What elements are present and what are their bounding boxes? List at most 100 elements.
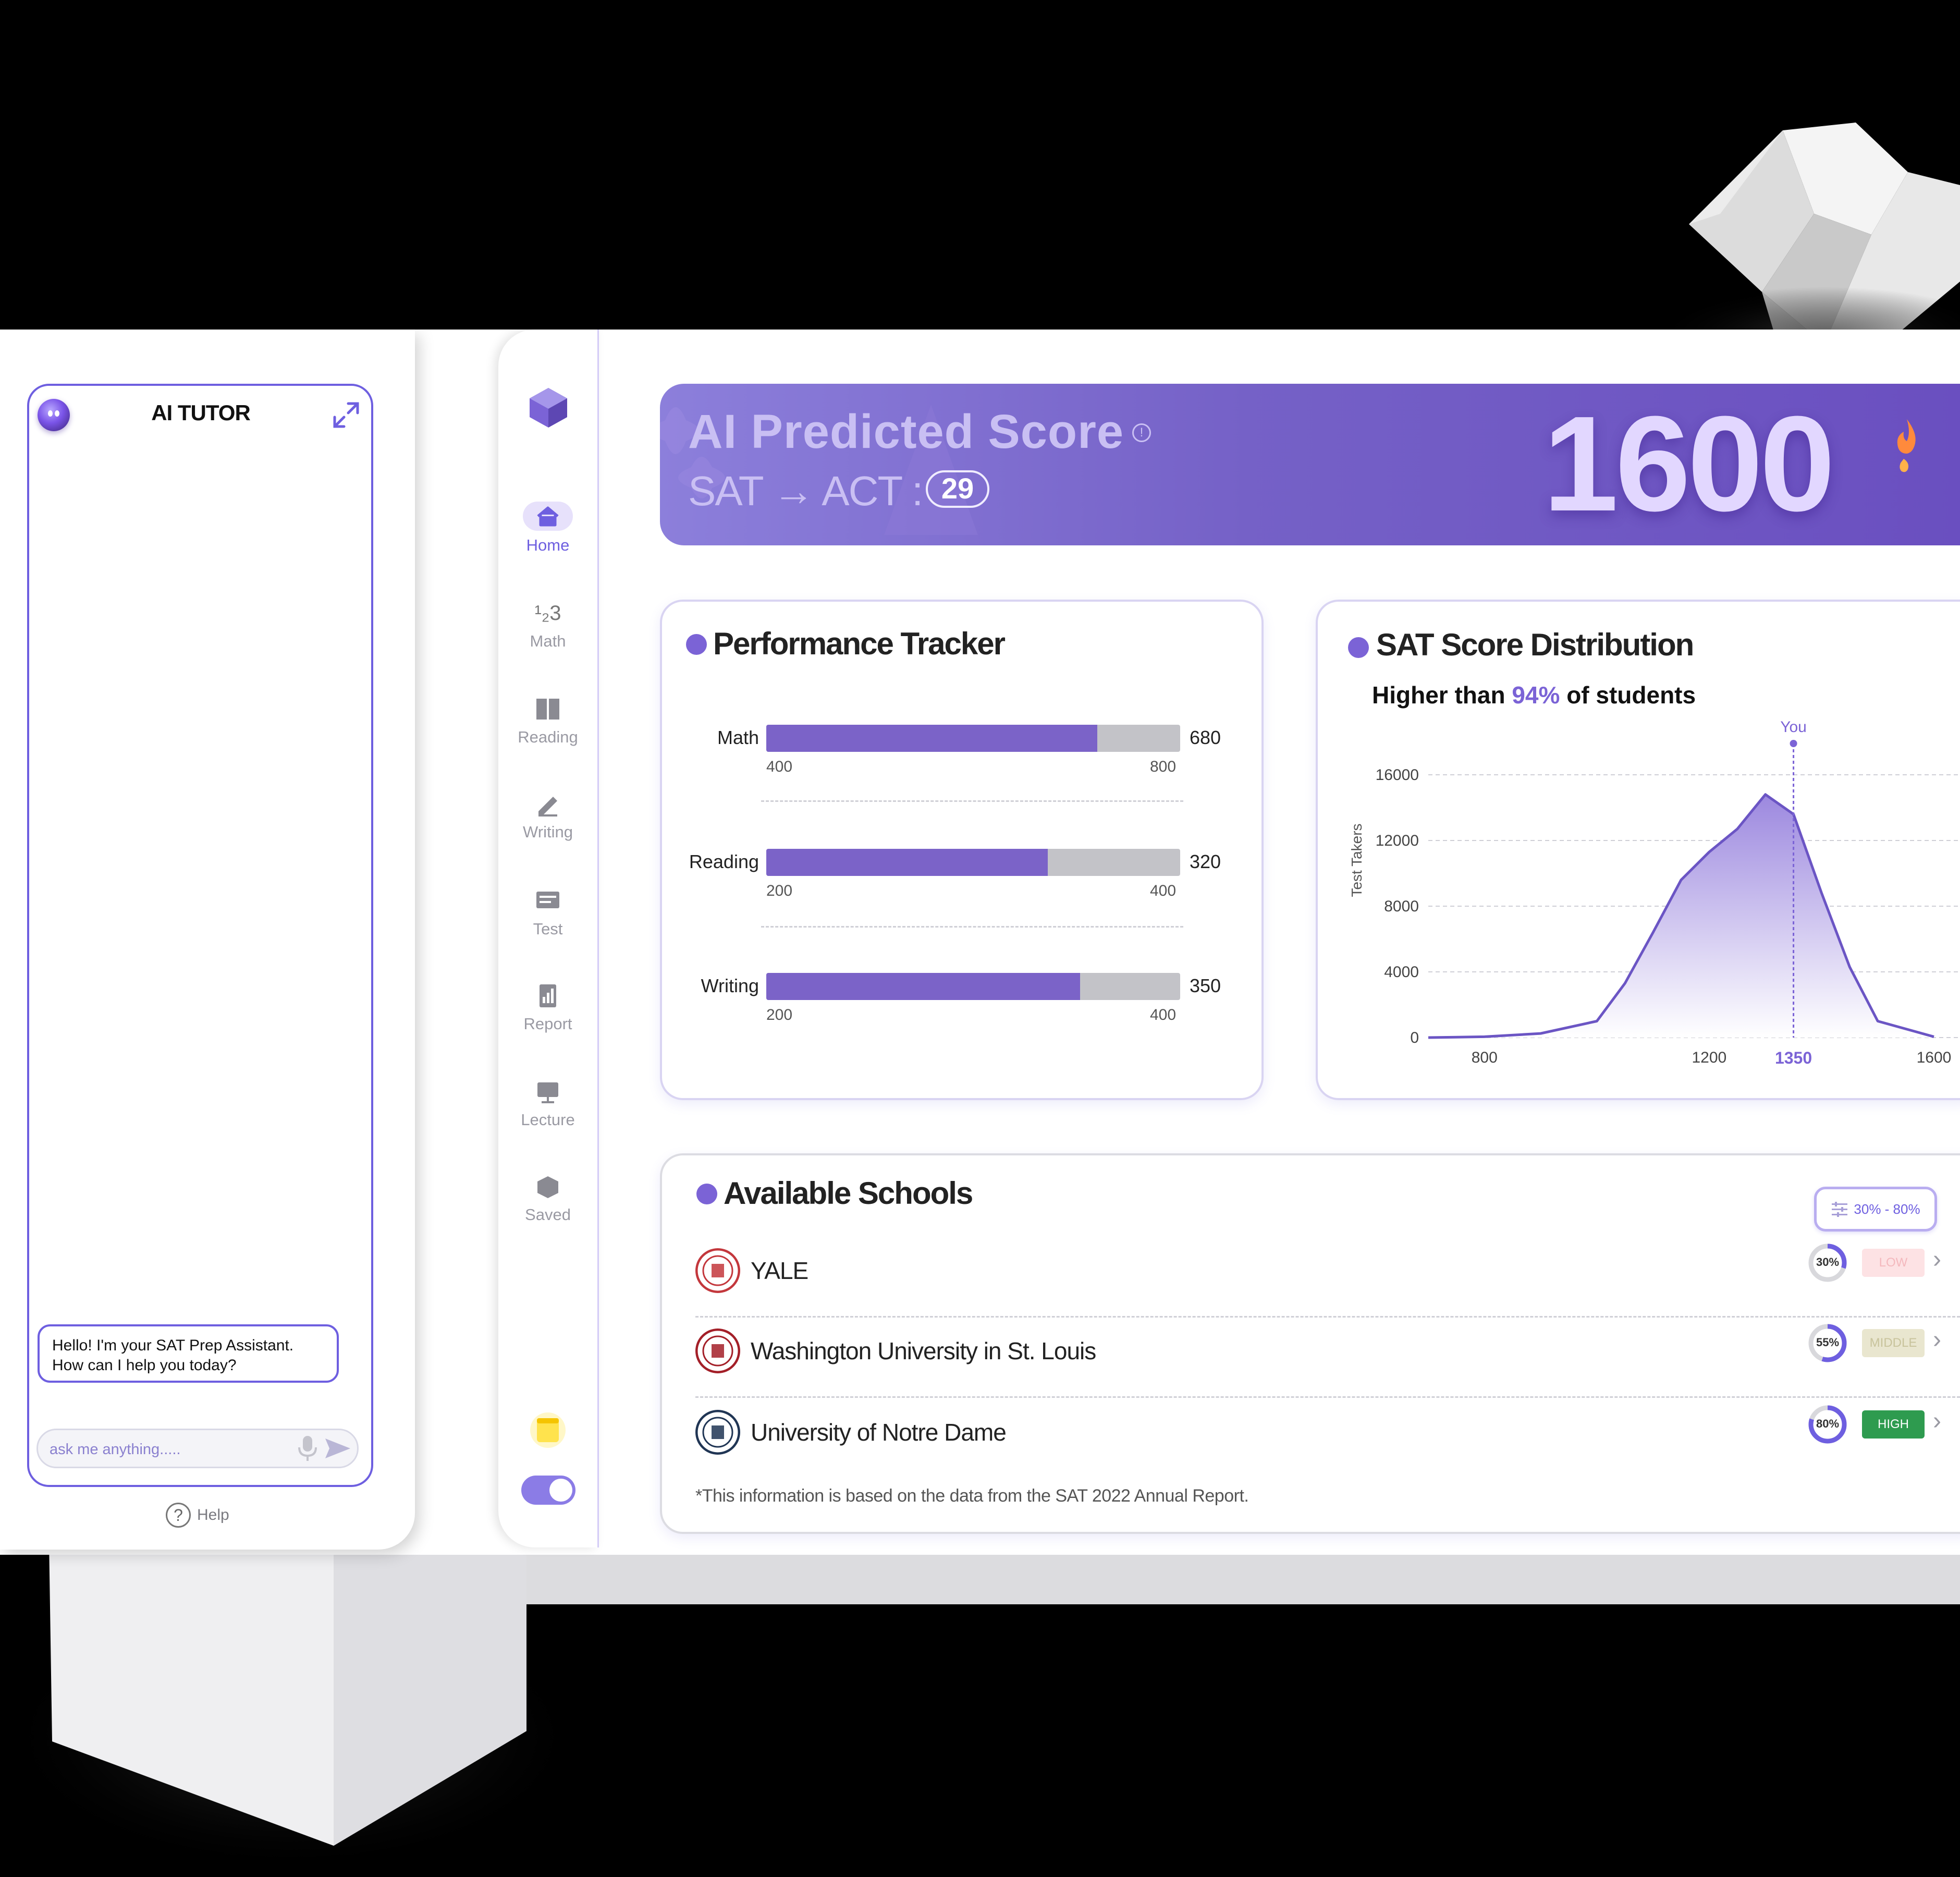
score-progress-bar xyxy=(766,973,1180,1000)
predicted-score-title: AI Predicted Score xyxy=(688,405,1124,458)
saved-icon xyxy=(537,1176,558,1198)
filter-range-label: 30% - 80% xyxy=(1854,1201,1920,1217)
chevron-right-icon[interactable]: › xyxy=(1933,1407,1941,1435)
sat-act-conversion-label: SAT → ACT : xyxy=(688,468,923,514)
admission-chance-percent: 30% xyxy=(1816,1256,1840,1269)
ai-tutor-chat-frame xyxy=(27,384,373,1487)
help-button[interactable]: ? Help xyxy=(166,1501,229,1530)
percentile-prefix: Higher than xyxy=(1372,681,1512,709)
score-distribution-title: SAT Score Distribution xyxy=(1376,627,1694,662)
subject-score: 320 xyxy=(1190,851,1221,872)
pencil-icon xyxy=(538,797,557,816)
school-row[interactable]: Washington University in St. Louis xyxy=(695,1318,1960,1381)
lecture-icon xyxy=(537,1082,558,1103)
school-row[interactable]: YALE xyxy=(695,1238,1960,1300)
chevron-right-icon[interactable]: › xyxy=(1933,1325,1941,1354)
school-seal-icon xyxy=(695,1328,740,1373)
help-icon: ? xyxy=(166,1503,191,1528)
nav-label-writing: Writing xyxy=(523,823,573,841)
sticky-note-icon[interactable] xyxy=(529,1411,567,1449)
theme-toggle[interactable] xyxy=(521,1476,575,1505)
subject-label: Writing xyxy=(701,975,759,996)
admission-chance-percent: 80% xyxy=(1816,1417,1840,1430)
report-icon xyxy=(540,984,556,1007)
subject-score: 350 xyxy=(1190,975,1221,996)
score-min-label: 200 xyxy=(766,1006,793,1023)
nav-label-report: Report xyxy=(523,1015,572,1033)
row-separator xyxy=(761,800,1183,802)
y-tick-label: 16000 xyxy=(1376,766,1419,784)
score-progress-fill xyxy=(766,849,1048,876)
send-icon[interactable] xyxy=(324,1436,351,1460)
nav-item-test[interactable]: Test xyxy=(504,887,592,938)
score-min-label: 200 xyxy=(766,882,793,899)
nav-item-reading[interactable]: Reading xyxy=(504,696,592,747)
school-name: University of Notre Dame xyxy=(751,1419,1007,1446)
sun-icon xyxy=(549,1479,572,1502)
school-seal-icon xyxy=(695,1410,740,1455)
score-max-label: 400 xyxy=(1150,1006,1177,1023)
score-distribution-chart: 0 4000 8000 12000 16000 Test Takers 800 1200 160… xyxy=(1349,718,1960,1067)
school-name: YALE xyxy=(751,1257,808,1284)
pedestal-shadow xyxy=(0,1601,584,1872)
score-max-label: 800 xyxy=(1150,758,1177,775)
x-tick-label: 800 xyxy=(1472,1049,1498,1066)
data-source-footnote: *This information is based on the data f… xyxy=(695,1486,1249,1506)
nav-item-math[interactable]: ¹₂3 Math xyxy=(504,600,592,651)
you-score-tick: 1350 xyxy=(1775,1049,1812,1067)
predicted-score-value: 1600 xyxy=(1543,388,1835,540)
distribution-area xyxy=(1428,794,1934,1038)
book-icon xyxy=(536,699,559,720)
score-progress-bar xyxy=(766,849,1180,876)
nav-item-report[interactable]: Report xyxy=(504,982,592,1033)
nav-item-saved[interactable]: Saved xyxy=(504,1173,592,1224)
surface-shadow xyxy=(526,1555,1960,1604)
score-range-filter-button[interactable]: 30% - 80% xyxy=(1814,1187,1937,1232)
microphone-icon[interactable] xyxy=(296,1435,319,1462)
y-tick-label: 8000 xyxy=(1384,898,1419,915)
polyhedron-decoration xyxy=(1689,123,1960,344)
school-separator xyxy=(695,1316,1960,1318)
admission-chance-badge: HIGH xyxy=(1862,1410,1925,1439)
score-max-label: 400 xyxy=(1150,882,1177,899)
you-marker-label: You xyxy=(1780,718,1807,736)
school-row[interactable]: University of Notre Dame xyxy=(695,1399,1960,1462)
school-separator xyxy=(695,1396,1960,1398)
nav-label-reading: Reading xyxy=(518,728,578,746)
nav-item-writing[interactable]: Writing xyxy=(504,790,592,842)
nav-item-lecture[interactable]: Lecture xyxy=(504,1078,592,1129)
percentile-summary: Higher than 94% of students xyxy=(1372,681,1696,709)
fire-icon xyxy=(1897,419,1916,472)
expand-icon[interactable] xyxy=(332,400,361,430)
performance-tracker-title: Performance Tracker xyxy=(713,626,1006,661)
score-progress-fill xyxy=(766,725,1098,752)
score-progress-bar xyxy=(766,725,1180,752)
chevron-right-icon[interactable]: › xyxy=(1933,1245,1941,1274)
test-icon xyxy=(536,892,559,908)
app-logo-icon[interactable] xyxy=(526,386,570,430)
x-tick-label: 1600 xyxy=(1917,1049,1952,1066)
nav-label-math: Math xyxy=(530,632,566,650)
subject-score: 680 xyxy=(1190,727,1221,748)
score-progress-fill xyxy=(766,973,1080,1000)
chat-input[interactable] xyxy=(48,1436,301,1462)
nav-label-test: Test xyxy=(533,920,563,938)
math-icon: ¹₂3 xyxy=(534,602,561,625)
section-dot xyxy=(1348,637,1369,658)
percentile-value: 94% xyxy=(1512,681,1560,709)
you-marker-dot xyxy=(1790,740,1797,747)
percentile-suffix: of students xyxy=(1560,681,1696,709)
nav-item-home[interactable]: Home xyxy=(504,502,592,555)
admission-chance-badge: LOW xyxy=(1862,1249,1925,1277)
tutor-avatar xyxy=(38,399,70,431)
y-tick-label: 12000 xyxy=(1376,832,1419,849)
nav-label-saved: Saved xyxy=(525,1205,571,1224)
available-schools-title: Available Schools xyxy=(724,1176,973,1211)
admission-chance-percent: 55% xyxy=(1816,1336,1840,1349)
subject-label: Math xyxy=(717,727,759,748)
y-axis-label: Test Takers xyxy=(1349,823,1365,897)
nav-label-lecture: Lecture xyxy=(521,1111,575,1129)
tutor-title: AI TUTOR xyxy=(151,400,251,425)
x-tick-label: 1200 xyxy=(1692,1049,1727,1066)
info-icon[interactable]: ! xyxy=(1132,423,1151,442)
